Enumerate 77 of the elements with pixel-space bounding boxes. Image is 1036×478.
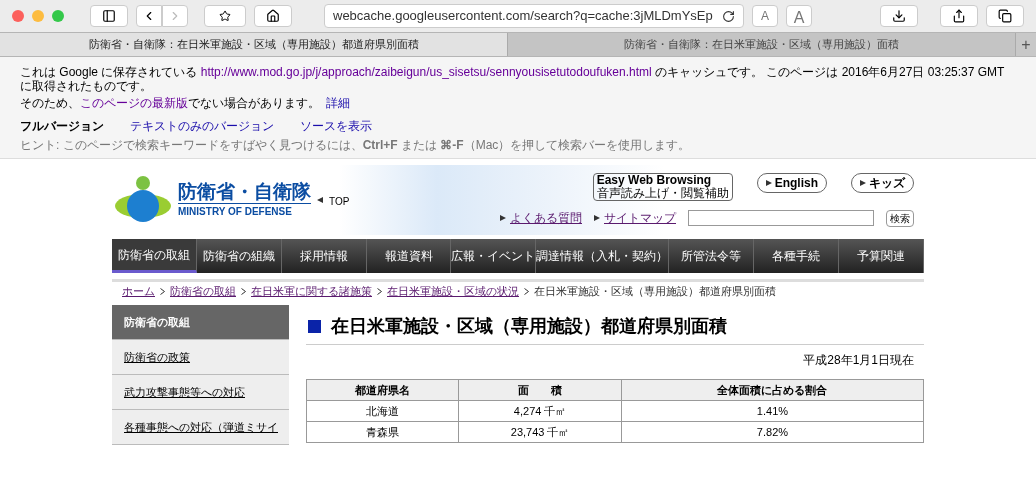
nav-tab[interactable]: 採用情報 <box>281 239 367 273</box>
search-hint: ヒント: このページで検索キーワードをすばやく見つけるには、Ctrl+F または ⌘-F（Mac）を押して検索バーを使用します。 <box>20 138 692 152</box>
sidebar-button[interactable] <box>90 5 128 27</box>
share-icon <box>952 9 966 23</box>
table-cell: 北海道 <box>306 400 459 422</box>
tabs-button[interactable] <box>986 5 1024 27</box>
right-triangle-icon <box>594 215 600 221</box>
address-field[interactable]: webcache.googleusercontent.com/search?q=cache:3jMLDmYsEp <box>324 4 744 28</box>
new-tab-button[interactable]: + <box>1016 33 1036 56</box>
tabs-icon <box>998 9 1012 23</box>
browser-tab[interactable]: 防衛省・自衛隊：在日米軍施設・区域（専用施設）都道府県別面積 <box>0 33 508 56</box>
downloads-button[interactable] <box>880 5 918 27</box>
sidebar-item[interactable]: 防衛省の取組 <box>112 305 289 340</box>
title-square-icon <box>308 320 321 333</box>
nav-tab[interactable]: 調達情報（入札・契約） <box>536 239 670 273</box>
share-button[interactable] <box>940 5 978 27</box>
nav-tab[interactable]: 防衛省の組織 <box>196 239 282 273</box>
column-header: 全体面積に占める割合 <box>621 379 924 401</box>
table-cell: 1.41% <box>621 400 924 422</box>
search-button[interactable]: 検索 <box>886 209 914 227</box>
column-header: 都道府県名 <box>306 379 459 401</box>
back-button[interactable] <box>136 5 162 27</box>
page-title: 在日米軍施設・区域（専用施設）都道府県別面積 <box>331 315 727 338</box>
chevron-right-icon <box>241 288 246 295</box>
table-cell: 青森県 <box>306 421 459 443</box>
header-link[interactable]: よくある質問 <box>510 209 582 227</box>
version-link[interactable]: ソースを表示 <box>300 119 372 133</box>
chevron-right-icon <box>160 288 165 295</box>
version-link[interactable]: テキストのみのバージョン <box>130 119 274 133</box>
bookmarks-button[interactable] <box>204 5 246 27</box>
table-cell: 4,274 千㎡ <box>458 400 622 422</box>
home-icon <box>266 9 280 23</box>
breadcrumb-current: 在日米軍施設・区域（専用施設）都道府県別面積 <box>534 284 776 300</box>
nav-tab[interactable]: 各種手続 <box>754 239 840 273</box>
logo-subtitle: MINISTRY OF DEFENSE <box>178 203 311 219</box>
left-triangle-icon <box>317 197 323 203</box>
cache-notice: これは Google に保存されている http://www.mod.go.jp/j/approach/zaibeigun/us_sisetsu/sennyousisetutodoufuken.html のキャッシュです。 このページは 2016年6月27日 03:25:37 GMT に取得されたものです。 <box>20 65 1006 93</box>
accessibility-button[interactable]: Easy Web Browsing 音声読み上げ・閲覧補助 <box>592 173 733 201</box>
sidebar-item[interactable]: 武力攻撃事態等への対応 <box>112 375 289 410</box>
text-size-button[interactable]: A <box>786 5 812 27</box>
table-cell: 23,743 千㎡ <box>458 421 622 443</box>
nav-tab[interactable]: 防衛省の取組 <box>112 239 197 273</box>
details-link[interactable]: 詳細 <box>326 96 350 110</box>
breadcrumb-link[interactable]: ホーム <box>122 283 155 300</box>
nav-tab[interactable]: 報道資料 <box>366 239 452 273</box>
text-size-button[interactable]: A <box>752 5 778 27</box>
breadcrumb-link[interactable]: 在日米軍施設・区域の状況 <box>387 283 519 300</box>
accessibility-caption: Easy Web Browsing <box>596 174 713 187</box>
sidebar-icon <box>102 9 116 23</box>
cached-url-link[interactable]: http://www.mod.go.jp/j/approach/zaibeigun/us_sisetsu/sennyousisetutodoufuken.html <box>200 65 652 79</box>
table-cell: 7.82% <box>621 421 924 443</box>
chevron-right-icon <box>377 288 382 295</box>
right-triangle-icon <box>765 180 772 186</box>
cache-warning: そのため、このページの最新版でない場合があります。 <box>20 96 320 110</box>
nav-tab[interactable]: 予算関連 <box>839 239 924 273</box>
right-triangle-icon <box>860 180 866 186</box>
chevron-right-icon <box>524 288 529 295</box>
download-icon <box>892 9 906 23</box>
search-field[interactable] <box>688 210 874 226</box>
reload-icon[interactable] <box>722 9 735 23</box>
latest-version-link[interactable]: このページの最新版 <box>80 96 188 110</box>
sidebar-item[interactable]: 各種事態への対応（弾道ミサイ <box>112 410 289 445</box>
star-icon <box>219 10 231 22</box>
breadcrumb-link[interactable]: 防衛省の取組 <box>170 283 236 300</box>
right-triangle-icon <box>500 215 506 221</box>
as-of-date: 平成28年1月1日現在 <box>802 352 914 369</box>
version-link[interactable]: フルバージョン <box>20 119 104 133</box>
header-link[interactable]: サイトマップ <box>604 209 676 227</box>
top-link[interactable]: TOP <box>329 193 350 209</box>
breadcrumb-link[interactable]: 在日米軍に関する諸施策 <box>251 283 372 300</box>
browser-tab[interactable]: 防衛省・自衛隊：在日米軍施設・区域（専用施設）面積 <box>508 33 1016 56</box>
column-header: 面 積 <box>458 379 622 401</box>
home-button[interactable] <box>254 5 292 27</box>
nav-tab[interactable]: 広報・イベント <box>451 239 537 273</box>
nav-tab[interactable]: 所管法令等 <box>669 239 755 273</box>
logo-title: 防衛省・自衛隊 <box>178 181 311 203</box>
sidebar-item[interactable]: 防衛省の政策 <box>112 340 289 375</box>
